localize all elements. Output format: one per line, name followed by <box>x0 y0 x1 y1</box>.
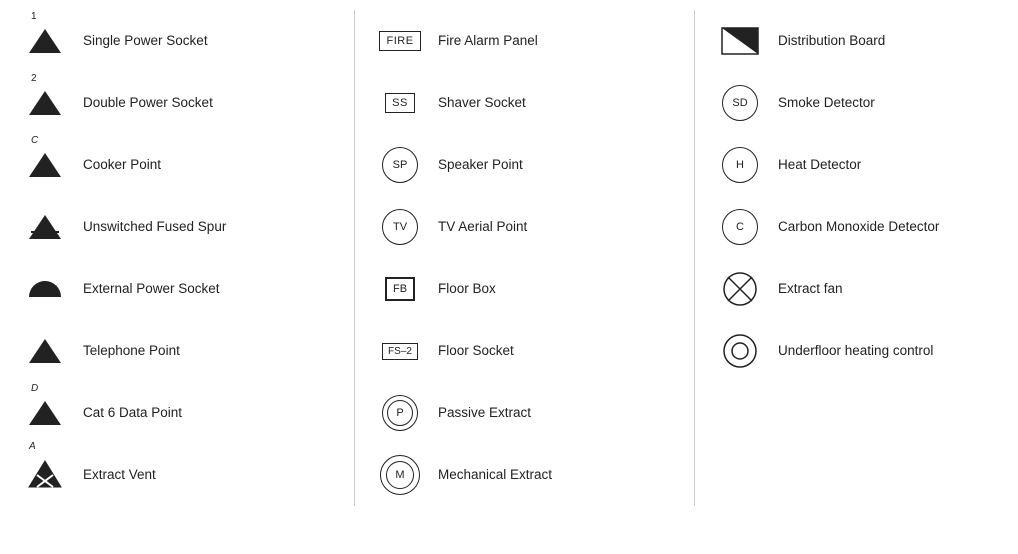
label-cat6-data-point: Cat 6 Data Point <box>75 404 182 422</box>
label-unswitched-fused-spur: Unswitched Fused Spur <box>75 218 226 236</box>
label-tv-aerial-point: TV Aerial Point <box>430 218 527 236</box>
list-item: Extract fan <box>710 258 1018 320</box>
symbol-telephone-point <box>15 339 75 363</box>
legend-grid: 1 Single Power Socket 2 Double Power Soc… <box>15 10 1003 506</box>
label-single-power-socket: Single Power Socket <box>75 32 208 50</box>
list-item: C Carbon Monoxide Detector <box>710 196 1018 258</box>
symbol-tv-aerial-point: TV <box>370 209 430 245</box>
list-item: P Passive Extract <box>370 382 694 444</box>
symbol-mechanical-extract: M <box>370 455 430 495</box>
symbol-underfloor-heating-control <box>710 333 770 369</box>
list-item: SD Smoke Detector <box>710 72 1018 134</box>
list-item: Unswitched Fused Spur <box>15 196 354 258</box>
symbol-heat-detector: H <box>710 147 770 183</box>
label-double-power-socket: Double Power Socket <box>75 94 213 112</box>
list-item: A Extract Vent <box>15 444 354 506</box>
symbol-extract-fan <box>710 271 770 307</box>
list-item: M Mechanical Extract <box>370 444 694 506</box>
label-shaver-socket: Shaver Socket <box>430 94 526 112</box>
column-3: Distribution Board SD Smoke Detector H H… <box>695 10 1018 506</box>
list-item: FIRE Fire Alarm Panel <box>370 10 694 72</box>
symbol-smoke-detector: SD <box>710 85 770 121</box>
list-item: 2 Double Power Socket <box>15 72 354 134</box>
label-floor-box: Floor Box <box>430 280 496 298</box>
list-item: C Cooker Point <box>15 134 354 196</box>
label-extract-fan: Extract fan <box>770 280 843 298</box>
label-telephone-point: Telephone Point <box>75 342 180 360</box>
label-extract-vent: Extract Vent <box>75 466 156 484</box>
symbol-speaker-point: SP <box>370 147 430 183</box>
list-item: FS–2 Floor Socket <box>370 320 694 382</box>
symbol-shaver-socket: SS <box>370 93 430 113</box>
column-2: FIRE Fire Alarm Panel SS Shaver Socket S… <box>355 10 695 506</box>
label-external-power-socket: External Power Socket <box>75 280 220 298</box>
symbol-cooker-point: C <box>15 153 75 177</box>
symbol-distribution-board <box>710 26 770 56</box>
symbol-extract-vent: A <box>15 459 75 492</box>
label-distribution-board: Distribution Board <box>770 32 885 50</box>
label-cooker-point: Cooker Point <box>75 156 161 174</box>
symbol-floor-socket: FS–2 <box>370 343 430 360</box>
list-item: SP Speaker Point <box>370 134 694 196</box>
list-item: SS Shaver Socket <box>370 72 694 134</box>
symbol-floor-box: FB <box>370 277 430 301</box>
label-fire-alarm-panel: Fire Alarm Panel <box>430 32 538 50</box>
symbol-carbon-monoxide-detector: C <box>710 209 770 245</box>
list-item: Telephone Point <box>15 320 354 382</box>
label-floor-socket: Floor Socket <box>430 342 514 360</box>
symbol-unswitched-fused-spur <box>15 215 75 239</box>
symbol-passive-extract: P <box>370 395 430 431</box>
label-mechanical-extract: Mechanical Extract <box>430 466 552 484</box>
label-passive-extract: Passive Extract <box>430 404 531 422</box>
list-item: Underfloor heating control <box>710 320 1018 382</box>
label-smoke-detector: Smoke Detector <box>770 94 875 112</box>
list-item: External Power Socket <box>15 258 354 320</box>
list-item: 1 Single Power Socket <box>15 10 354 72</box>
list-item: TV TV Aerial Point <box>370 196 694 258</box>
symbol-external-power-socket <box>15 281 75 297</box>
label-speaker-point: Speaker Point <box>430 156 523 174</box>
label-underfloor-heating-control: Underfloor heating control <box>770 342 933 360</box>
symbol-single-power-socket: 1 <box>15 29 75 53</box>
list-item: FB Floor Box <box>370 258 694 320</box>
column-1: 1 Single Power Socket 2 Double Power Soc… <box>15 10 355 506</box>
label-heat-detector: Heat Detector <box>770 156 861 174</box>
symbol-fire-alarm-panel: FIRE <box>370 31 430 51</box>
symbol-double-power-socket: 2 <box>15 91 75 115</box>
list-item: Distribution Board <box>710 10 1018 72</box>
symbol-cat6-data-point: D <box>15 401 75 425</box>
list-item: D Cat 6 Data Point <box>15 382 354 444</box>
label-carbon-monoxide-detector: Carbon Monoxide Detector <box>770 218 939 236</box>
list-item: H Heat Detector <box>710 134 1018 196</box>
